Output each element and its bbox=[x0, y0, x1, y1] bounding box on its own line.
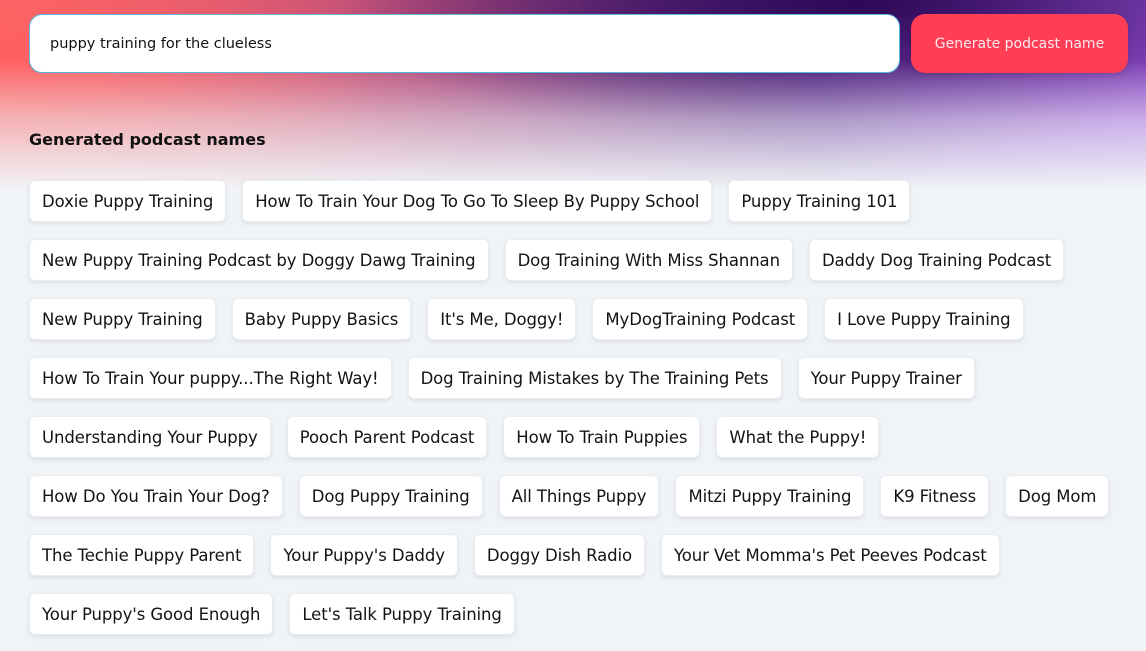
podcast-name-chip[interactable]: Baby Puppy Basics bbox=[231, 298, 412, 340]
podcast-name-chip[interactable]: I Love Puppy Training bbox=[824, 298, 1024, 340]
podcast-name-chip[interactable]: Dog Training Mistakes by The Training Pe… bbox=[407, 357, 782, 399]
podcast-name-chip[interactable]: Let's Talk Puppy Training bbox=[289, 593, 515, 635]
podcast-name-chip[interactable]: New Puppy Training Podcast by Doggy Dawg… bbox=[29, 239, 489, 281]
podcast-name-chip[interactable]: Dog Training With Miss Shannan bbox=[504, 239, 793, 281]
podcast-name-list: Doxie Puppy Training How To Train Your Do… bbox=[29, 180, 1129, 635]
podcast-name-chip[interactable]: How To Train Your puppy...The Right Way! bbox=[29, 357, 392, 399]
podcast-name-chip[interactable]: Doggy Dish Radio bbox=[473, 534, 645, 576]
podcast-name-chip[interactable]: Your Vet Momma's Pet Peeves Podcast bbox=[661, 534, 1000, 576]
podcast-name-chip[interactable]: What the Puppy! bbox=[716, 416, 880, 458]
podcast-name-chip[interactable]: K9 Fitness bbox=[880, 475, 990, 517]
podcast-name-chip[interactable]: It's Me, Doggy! bbox=[427, 298, 577, 340]
podcast-topic-input[interactable] bbox=[29, 14, 900, 73]
hero-gradient-fade bbox=[0, 60, 1146, 190]
podcast-name-chip[interactable]: Your Puppy Trainer bbox=[797, 357, 975, 399]
podcast-name-chip[interactable]: How Do You Train Your Dog? bbox=[29, 475, 283, 517]
podcast-name-chip[interactable]: Understanding Your Puppy bbox=[29, 416, 271, 458]
podcast-name-chip[interactable]: Your Puppy's Good Enough bbox=[29, 593, 274, 635]
podcast-name-chip[interactable]: Your Puppy's Daddy bbox=[270, 534, 458, 576]
podcast-name-chip[interactable]: New Puppy Training bbox=[29, 298, 216, 340]
podcast-name-chip[interactable]: Daddy Dog Training Podcast bbox=[808, 239, 1065, 281]
podcast-name-chip[interactable]: Doxie Puppy Training bbox=[29, 180, 227, 222]
podcast-name-chip[interactable]: MyDogTraining Podcast bbox=[592, 298, 809, 340]
generate-podcast-name-button[interactable]: Generate podcast name bbox=[911, 14, 1128, 73]
podcast-name-chip[interactable]: How To Train Your Dog To Go To Sleep By … bbox=[242, 180, 713, 222]
podcast-name-chip[interactable]: The Techie Puppy Parent bbox=[29, 534, 255, 576]
generated-names-heading: Generated podcast names bbox=[29, 130, 266, 149]
podcast-name-chip[interactable]: How To Train Puppies bbox=[503, 416, 701, 458]
podcast-name-chip[interactable]: Dog Puppy Training bbox=[298, 475, 483, 517]
podcast-name-chip[interactable]: All Things Puppy bbox=[498, 475, 660, 517]
podcast-name-chip[interactable]: Mitzi Puppy Training bbox=[675, 475, 865, 517]
podcast-name-chip[interactable]: Puppy Training 101 bbox=[728, 180, 911, 222]
podcast-name-chip[interactable]: Dog Mom bbox=[1005, 475, 1110, 517]
podcast-name-chip[interactable]: Pooch Parent Podcast bbox=[286, 416, 488, 458]
